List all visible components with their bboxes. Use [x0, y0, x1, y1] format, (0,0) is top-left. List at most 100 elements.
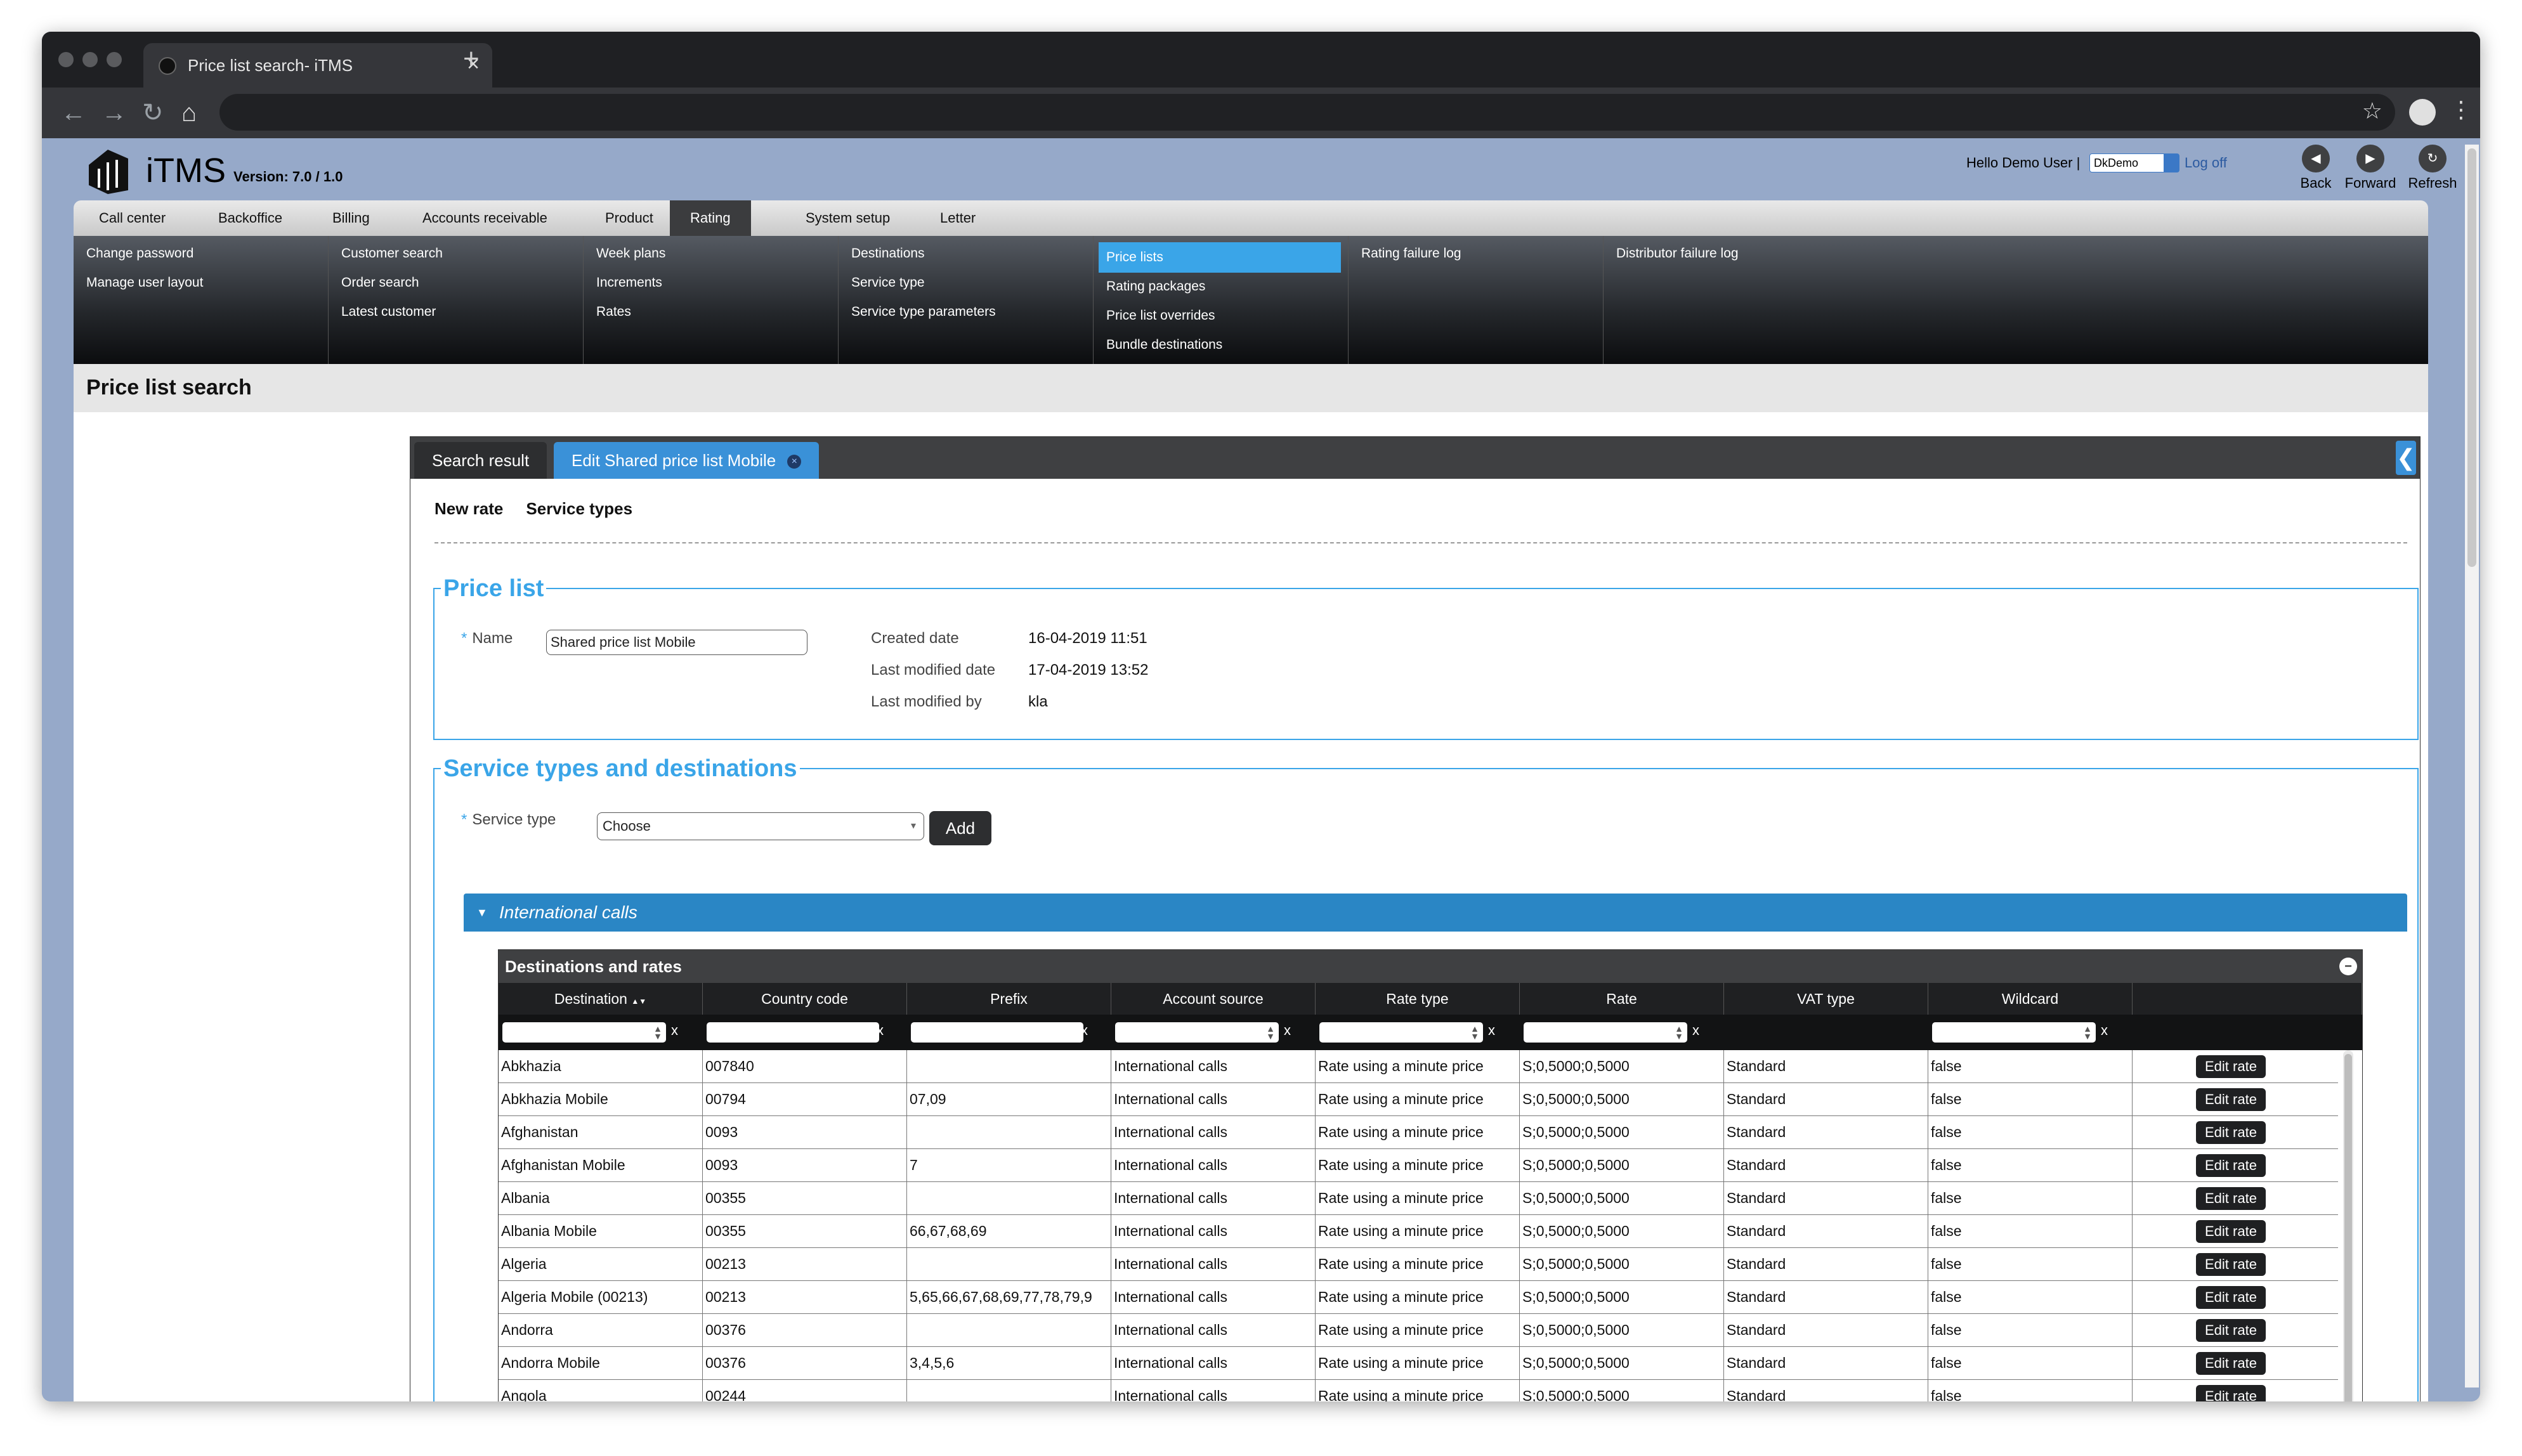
- edit-rate-button[interactable]: Edit rate: [2196, 1220, 2266, 1243]
- filter-wildcard-input[interactable]: ▲ ▼: [1932, 1022, 2096, 1043]
- submenu-customer-search[interactable]: Customer search: [334, 240, 450, 268]
- column-header-country-code[interactable]: Country code: [703, 983, 907, 1015]
- filter-country-code-input[interactable]: [707, 1022, 879, 1043]
- submenu-price-lists[interactable]: Price lists: [1099, 242, 1341, 273]
- nav-billing[interactable]: Billing: [312, 200, 390, 236]
- tab-edit-price-list[interactable]: Edit Shared price list Mobile ×: [554, 442, 820, 479]
- clear-filter-icon[interactable]: x: [877, 1022, 884, 1039]
- filter-destination-input[interactable]: ▲ ▼: [502, 1022, 666, 1043]
- forward-arrow-icon[interactable]: →: [101, 99, 127, 127]
- close-window-button[interactable]: [58, 52, 74, 67]
- bookmark-star-icon[interactable]: ☆: [2362, 98, 2382, 124]
- table-row[interactable]: Afghanistan 0093 International calls Rate u…: [499, 1116, 2338, 1149]
- edit-rate-button[interactable]: Edit rate: [2196, 1253, 2266, 1276]
- page-title: Price list search: [86, 375, 252, 400]
- filter-rate-input[interactable]: ▲ ▼: [1524, 1022, 1687, 1043]
- table-row[interactable]: Algeria 00213 International calls Rate usin…: [499, 1248, 2338, 1281]
- add-button[interactable]: Add: [929, 811, 991, 845]
- forward-button[interactable]: ▶ Forward: [2336, 145, 2405, 192]
- collapse-grid-icon[interactable]: −: [2339, 958, 2357, 975]
- clear-filter-icon[interactable]: x: [1692, 1022, 1699, 1039]
- submenu-distributor-failure-log[interactable]: Distributor failure log: [1609, 240, 1746, 268]
- reload-icon[interactable]: ↻: [142, 99, 164, 127]
- table-row[interactable]: Afghanistan Mobile 0093 7 International cal…: [499, 1149, 2338, 1182]
- service-type-select[interactable]: Choose ▾: [597, 812, 924, 840]
- submenu-order-search[interactable]: Order search: [334, 269, 427, 297]
- submenu-price-list-overrides[interactable]: Price list overrides: [1099, 302, 1223, 330]
- page-scrollbar[interactable]: [2465, 145, 2479, 1388]
- edit-rate-button[interactable]: Edit rate: [2196, 1154, 2266, 1177]
- accordion-international-calls[interactable]: ▼ International calls: [464, 894, 2407, 932]
- logoff-link[interactable]: Log off: [2185, 155, 2227, 171]
- tab-search-result[interactable]: Search result: [414, 442, 547, 479]
- column-header-rate-type[interactable]: Rate type: [1316, 983, 1520, 1015]
- profile-icon[interactable]: [2409, 99, 2436, 126]
- submenu-rates[interactable]: Rates: [589, 298, 639, 326]
- submenu-manage-user-layout[interactable]: Manage user layout: [79, 269, 211, 297]
- table-row[interactable]: Andorra 00376 International calls Rate usin…: [499, 1314, 2338, 1347]
- new-rate-link[interactable]: New rate: [434, 499, 503, 518]
- column-header-destination[interactable]: Destination ▲▼: [499, 983, 703, 1015]
- column-header-account-source[interactable]: Account source: [1111, 983, 1316, 1015]
- submenu-rating-failure-log[interactable]: Rating failure log: [1354, 240, 1469, 268]
- browser-tab[interactable]: Price list search- iTMS ×: [143, 43, 492, 88]
- edit-rate-button[interactable]: Edit rate: [2196, 1055, 2266, 1078]
- address-bar[interactable]: ☆: [219, 94, 2395, 131]
- clear-filter-icon[interactable]: x: [671, 1022, 678, 1039]
- nav-letter[interactable]: Letter: [920, 200, 996, 236]
- table-row[interactable]: Albania Mobile 00355 66,67,68,69 Internatio…: [499, 1215, 2338, 1248]
- table-row[interactable]: Albania 00355 International calls Rate usin…: [499, 1182, 2338, 1215]
- minimize-window-button[interactable]: [82, 52, 98, 67]
- submenu-destinations[interactable]: Destinations: [844, 240, 932, 268]
- name-input[interactable]: [546, 630, 807, 655]
- submenu-week-plans[interactable]: Week plans: [589, 240, 673, 268]
- back-arrow-icon[interactable]: ←: [61, 99, 86, 127]
- menu-dots-icon[interactable]: ⋮: [2450, 96, 2473, 123]
- edit-rate-button[interactable]: Edit rate: [2196, 1286, 2266, 1309]
- home-icon[interactable]: ⌂: [181, 99, 197, 127]
- refresh-button[interactable]: ↻ Refresh: [2398, 145, 2467, 192]
- nav-system-setup[interactable]: System setup: [785, 200, 910, 236]
- table-row[interactable]: Algeria Mobile (00213) 00213 5,65,66,67,68…: [499, 1281, 2338, 1314]
- nav-product[interactable]: Product: [585, 200, 674, 236]
- column-header-wildcard[interactable]: Wildcard: [1928, 983, 2133, 1015]
- maximize-window-button[interactable]: [107, 52, 122, 67]
- grid-scrollbar[interactable]: [2343, 1050, 2353, 1401]
- table-row[interactable]: Abkhazia Mobile 00794 07,09 International c…: [499, 1083, 2338, 1116]
- nav-accounts-receivable[interactable]: Accounts receivable: [402, 200, 568, 236]
- table-row[interactable]: Abkhazia 007840 International calls Rate us…: [499, 1050, 2338, 1083]
- filter-rate-type-input[interactable]: ▲ ▼: [1319, 1022, 1483, 1043]
- clear-filter-icon[interactable]: x: [1081, 1022, 1088, 1039]
- nav-rating[interactable]: Rating: [670, 200, 751, 236]
- edit-rate-button[interactable]: Edit rate: [2196, 1319, 2266, 1342]
- submenu-rating-packages[interactable]: Rating packages: [1099, 273, 1213, 301]
- clear-filter-icon[interactable]: x: [1284, 1022, 1291, 1039]
- clear-filter-icon[interactable]: x: [1488, 1022, 1495, 1039]
- close-tab-icon[interactable]: ×: [787, 455, 802, 469]
- filter-account-source-input[interactable]: ▲ ▼: [1115, 1022, 1279, 1043]
- submenu-bundle-destinations[interactable]: Bundle destinations: [1099, 331, 1230, 359]
- submenu-latest-customer[interactable]: Latest customer: [334, 298, 443, 326]
- service-types-link[interactable]: Service types: [526, 499, 632, 518]
- submenu-change-password[interactable]: Change password: [79, 240, 201, 268]
- edit-rate-button[interactable]: Edit rate: [2196, 1088, 2266, 1111]
- edit-rate-button[interactable]: Edit rate: [2196, 1385, 2266, 1401]
- nav-call-center[interactable]: Call center: [79, 200, 186, 236]
- clear-filter-icon[interactable]: x: [2101, 1022, 2108, 1039]
- edit-rate-button[interactable]: Edit rate: [2196, 1121, 2266, 1144]
- customer-select[interactable]: DkDemo: [2089, 153, 2179, 172]
- edit-rate-button[interactable]: Edit rate: [2196, 1187, 2266, 1210]
- new-tab-icon[interactable]: +: [463, 43, 480, 75]
- table-row[interactable]: Angola 00244 International calls Rate using…: [499, 1380, 2338, 1401]
- column-header-rate[interactable]: Rate: [1520, 983, 1724, 1015]
- submenu-increments[interactable]: Increments: [589, 269, 670, 297]
- edit-rate-button[interactable]: Edit rate: [2196, 1352, 2266, 1375]
- nav-backoffice[interactable]: Backoffice: [198, 200, 303, 236]
- submenu-service-type-parameters[interactable]: Service type parameters: [844, 298, 1003, 326]
- column-header-vat-type[interactable]: VAT type: [1724, 983, 1928, 1015]
- filter-prefix-input[interactable]: [911, 1022, 1083, 1043]
- table-row[interactable]: Andorra Mobile 00376 3,4,5,6 International …: [499, 1347, 2338, 1380]
- collapse-panel-icon[interactable]: ❮: [2396, 441, 2416, 475]
- column-header-prefix[interactable]: Prefix: [907, 983, 1111, 1015]
- submenu-service-type[interactable]: Service type: [844, 269, 932, 297]
